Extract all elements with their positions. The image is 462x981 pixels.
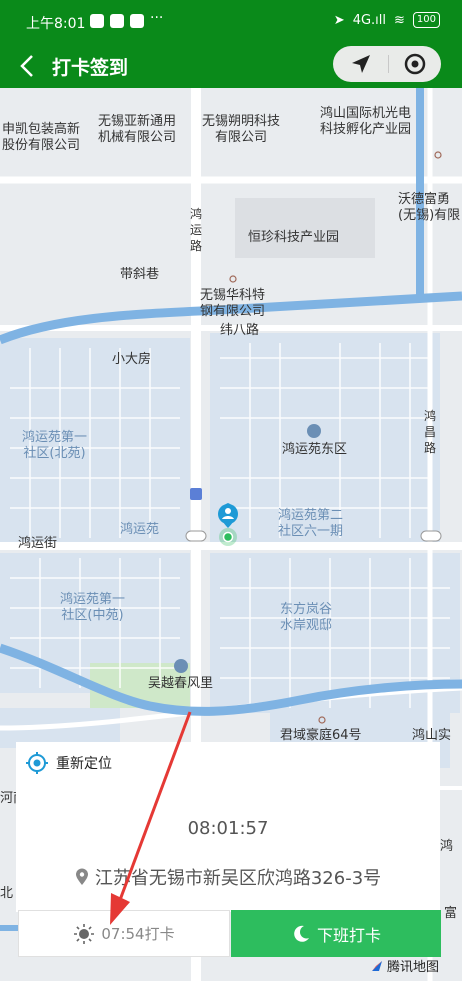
more-notifications: ··· <box>150 10 164 26</box>
map-label: 鸿运苑第一 社区(北苑) <box>22 430 88 461</box>
wechat-icon <box>90 14 104 28</box>
map-label: 申凯包装高新 股份有限公司 <box>2 122 81 153</box>
relocate-label: 重新定位 <box>56 756 112 772</box>
sun-icon <box>74 923 95 944</box>
status-right: ➤ 4G.ıll ≋ 100 <box>334 12 440 28</box>
map-label: 鸿运苑 <box>120 522 160 537</box>
map-label: 无锡华科特 钢有限公司 <box>200 288 266 319</box>
relocate-button[interactable]: 重新定位 <box>26 752 112 774</box>
map-label: 鸿山国际机光电 科技孵化产业园 <box>320 106 412 137</box>
map-label: 北 <box>0 886 14 901</box>
map-label: 鸿运路 <box>190 207 203 253</box>
checkin-card: 重新定位 08:01:57 江苏省无锡市新吴区欣鸿路326-3号 <box>16 742 440 912</box>
status-bar: 上午8:01 ··· ➤ 4G.ıll ≋ 100 <box>0 0 462 44</box>
map-label: 鸿运苑东区 <box>282 442 348 457</box>
map-label: 无锡亚新通用 机械有限公司 <box>98 114 177 145</box>
location-pin-icon <box>75 868 88 885</box>
clock-in-label: 07:54打卡 <box>101 925 175 943</box>
map-label: 鸿运苑第一 社区(中苑) <box>60 592 126 623</box>
address-row: 江苏省无锡市新吴区欣鸿路326-3号 <box>16 864 440 890</box>
shield-icon <box>110 14 124 28</box>
map-label: 东方岚谷 水岸观邸 <box>280 602 333 633</box>
status-time: 上午8:01 <box>26 16 86 32</box>
map-label: 鸿昌路 <box>424 409 437 455</box>
capsule-menu <box>333 46 441 82</box>
current-time: 08:01:57 <box>187 818 269 839</box>
page-title: 打卡签到 <box>52 57 129 79</box>
map-label: 鸿 <box>440 839 454 854</box>
back-icon[interactable] <box>16 52 40 80</box>
app-icon <box>130 14 144 28</box>
map-label: 无锡朔明科技 有限公司 <box>202 114 281 145</box>
map-provider-text: 腾讯地图 <box>387 960 440 975</box>
tencent-map-icon <box>372 960 382 971</box>
close-app-icon[interactable] <box>403 52 427 76</box>
clock-out-label: 下班打卡 <box>316 925 381 945</box>
crosshair-icon <box>26 752 48 774</box>
map-label: 小大房 <box>112 352 152 367</box>
map-label: 纬八路 <box>220 323 260 338</box>
clock-in-button[interactable]: 07:54打卡 <box>18 910 230 957</box>
map-label: 吴越春风里 <box>148 676 214 691</box>
map-label: 沃德富勇 (无锡)有限 <box>398 192 461 223</box>
map-label: 恒珍科技产业园 <box>248 230 340 245</box>
capsule-divider <box>388 55 389 73</box>
battery-icon: 100 <box>412 12 440 28</box>
map-label: 富 <box>444 906 458 921</box>
map-label: 鸿运街 <box>18 536 58 551</box>
wifi-icon: ≋ <box>394 12 405 28</box>
location-status-icon: ➤ <box>333 12 345 28</box>
clock-out-button[interactable]: 下班打卡 <box>231 910 441 957</box>
nav-bar: 打卡签到 <box>0 44 462 88</box>
navigate-icon[interactable] <box>349 52 373 76</box>
moon-icon <box>294 925 309 942</box>
signal-icon: 4G.ıll <box>352 12 386 28</box>
map-label: 带斜巷 <box>120 267 160 282</box>
address-text: 江苏省无锡市新吴区欣鸿路326-3号 <box>94 868 382 889</box>
top-bar: 上午8:01 ··· ➤ 4G.ıll ≋ 100 打卡签到 <box>0 0 462 88</box>
map-label: 鸿运苑第二 社区六一期 <box>278 508 344 539</box>
map-provider-logo: 腾讯地图 <box>370 956 439 975</box>
